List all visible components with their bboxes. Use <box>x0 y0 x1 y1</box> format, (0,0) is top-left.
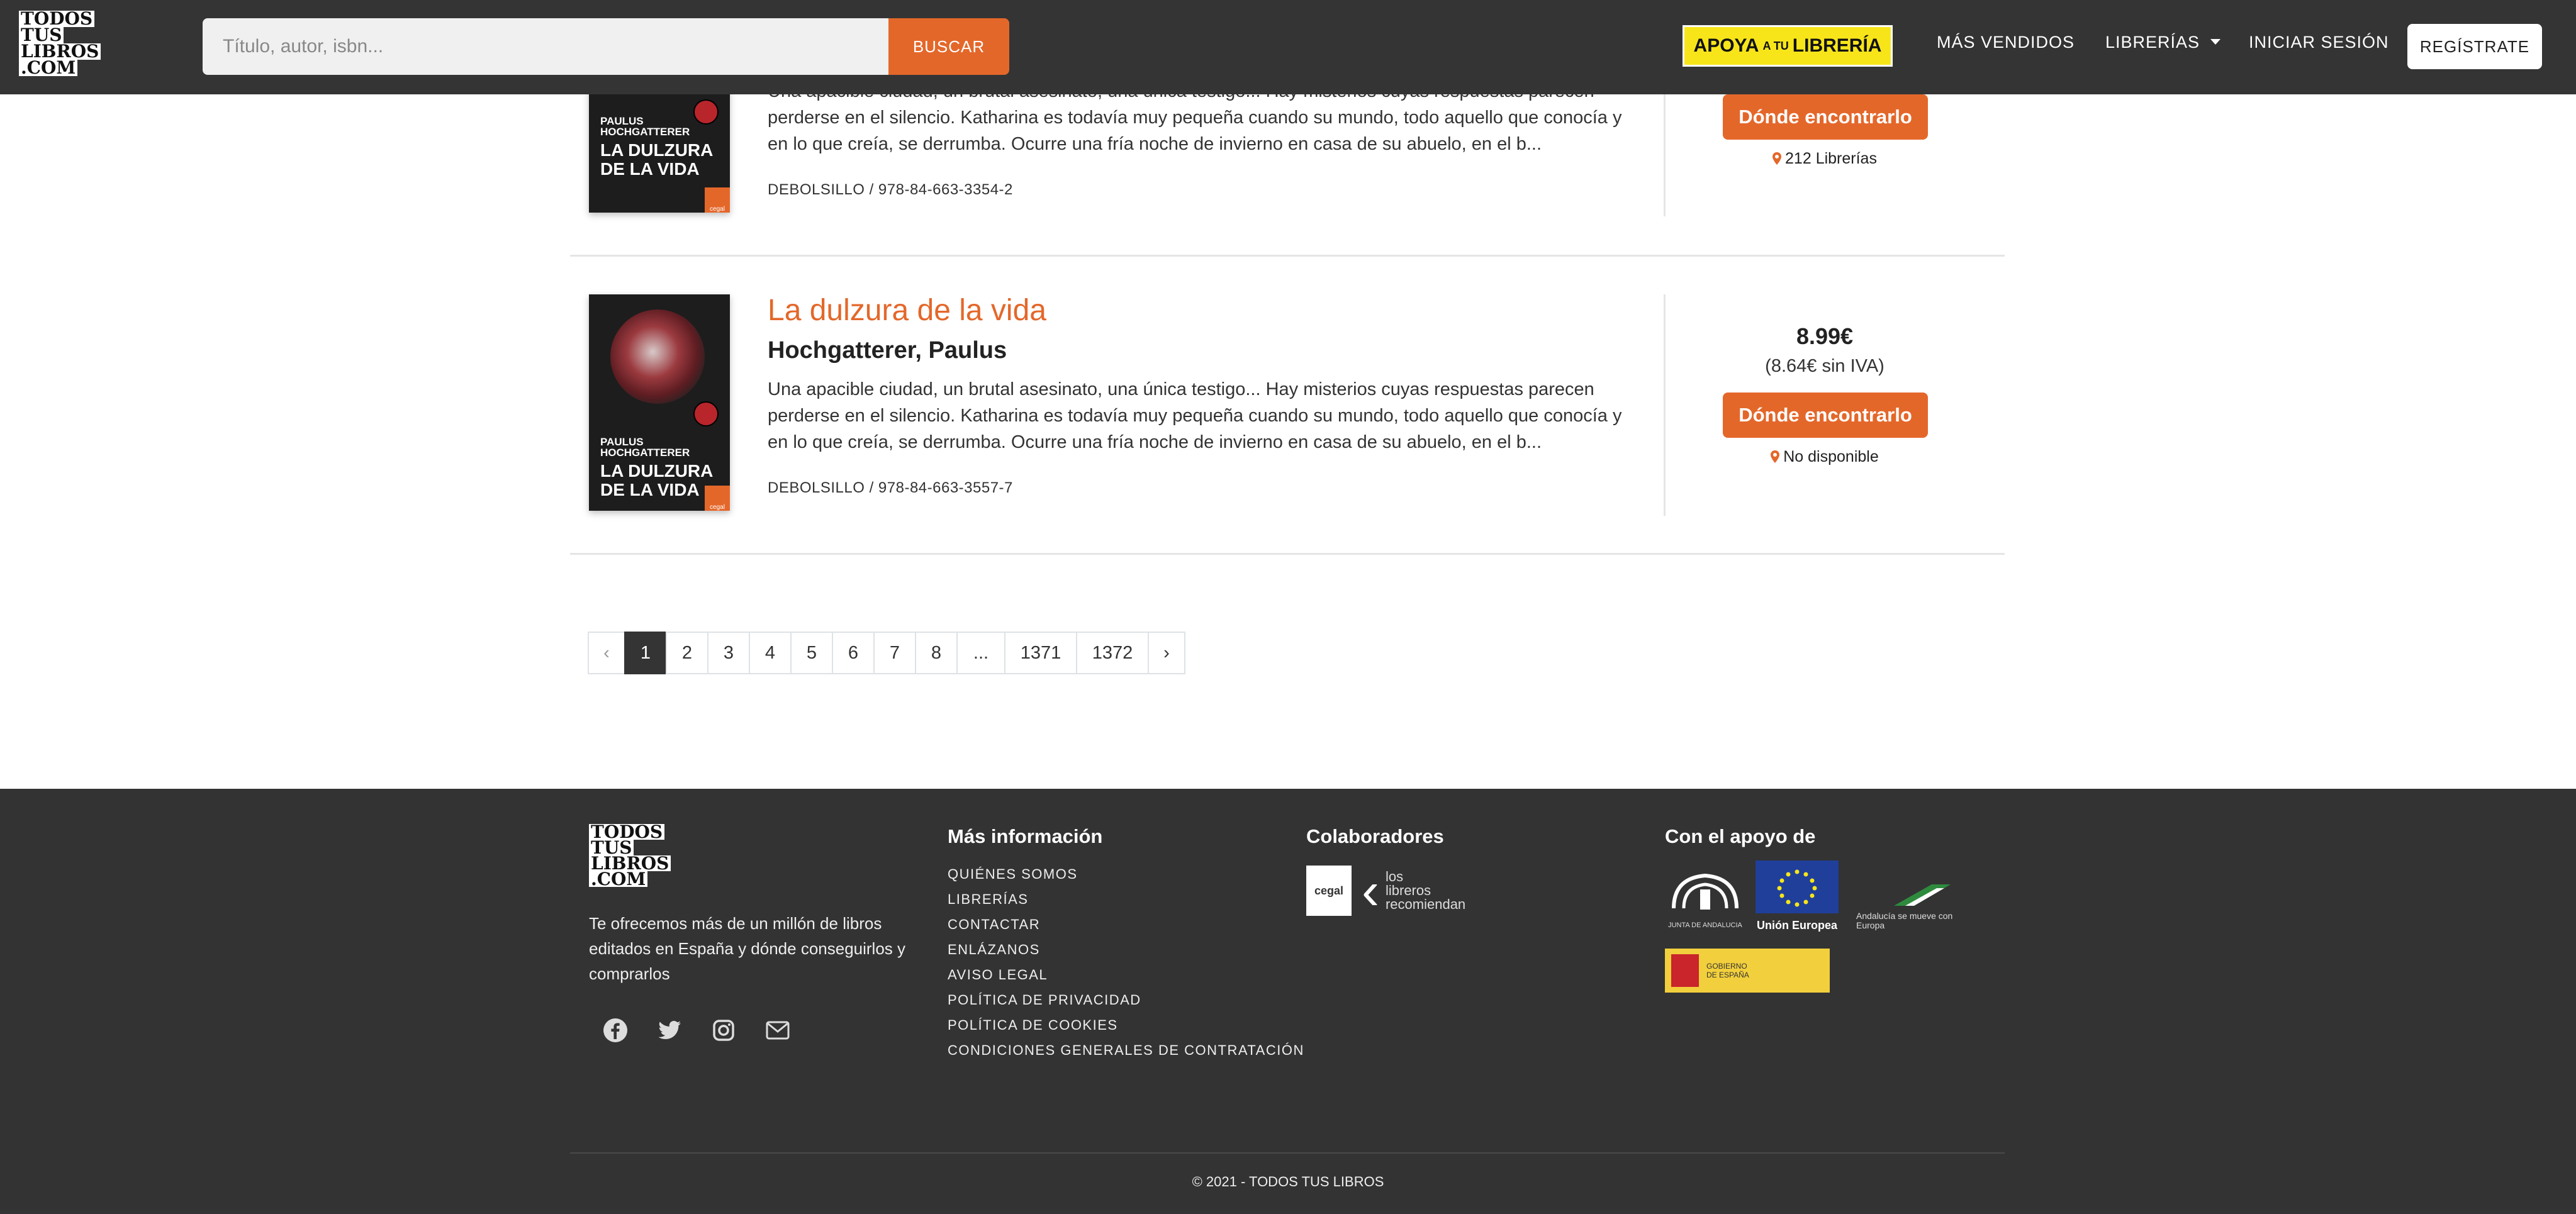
footer-link[interactable]: LIBRERÍAS <box>948 887 1304 912</box>
libreros-line: libreros <box>1385 883 1431 898</box>
footer-link[interactable]: POLÍTICA DE PRIVACIDAD <box>948 988 1304 1013</box>
pagination-page[interactable]: 6 <box>832 632 875 674</box>
donde-encontrarlo-button[interactable]: Dónde encontrarlo <box>1723 94 1928 140</box>
eu-flag-icon <box>1756 860 1839 913</box>
gobierno-label: GOBIERNO DE ESPAÑA <box>1706 962 1749 979</box>
column-divider <box>1664 294 1666 516</box>
pagination-page[interactable]: 7 <box>873 632 916 674</box>
libreros-line: los <box>1385 869 1404 884</box>
junta-emblem-icon <box>1672 873 1739 910</box>
footer-link[interactable]: ENLÁZANOS <box>948 937 1304 962</box>
availability-text: No disponible <box>1783 448 1879 465</box>
list-divider <box>570 553 2005 555</box>
pagination-page[interactable]: 1 <box>624 632 667 674</box>
footer-link[interactable]: QUIÉNES SOMOS <box>948 862 1304 887</box>
nav-librerias-label: LIBRERÍAS <box>2105 33 2200 52</box>
list-divider <box>570 255 2005 257</box>
footer-divider <box>570 1152 2005 1154</box>
book-price-without-iva: (8.64€ sin IVA) <box>1765 356 1884 376</box>
pagination-ellipsis: ... <box>956 632 1005 674</box>
footer-heading-colaboradores: Colaboradores <box>1306 825 1444 847</box>
pagination-page[interactable]: 1371 <box>1004 632 1077 674</box>
book-price: 8.99€ <box>1796 323 1854 349</box>
union-europea-logo: Unión Europea <box>1756 860 1839 940</box>
libreros-line: recomiendan <box>1385 896 1466 912</box>
footer-link[interactable]: CONDICIONES GENERALES DE CONTRATACIÓN <box>948 1038 1304 1063</box>
cover-title-text: LA DULZURA DE LA VIDA <box>600 140 713 179</box>
site-logo[interactable]: TODOS TUS LIBROS .COM <box>19 10 106 82</box>
junta-label: JUNTA DE ANDALUCIA <box>1668 922 1742 929</box>
search-input[interactable]: Título, autor, isbn... <box>203 18 888 75</box>
pagination-page[interactable]: 5 <box>790 632 833 674</box>
availability-info: 212 Librerías <box>1699 150 1951 168</box>
footer-links: QUIÉNES SOMOS LIBRERÍAS CONTACTAR ENLÁZA… <box>948 862 1304 1063</box>
pagination-page[interactable]: 2 <box>666 632 708 674</box>
envelope-icon[interactable] <box>764 1016 792 1044</box>
pagination-page[interactable]: 1372 <box>1076 632 1149 674</box>
twitter-icon[interactable] <box>656 1016 683 1044</box>
apoya-tu-libreria-banner[interactable]: APOYA A TU LIBRERÍA <box>1683 25 1893 67</box>
map-pin-icon <box>1772 152 1782 165</box>
andalucia-europa-logo: Andalucía se mueve con Europa <box>1856 881 1954 931</box>
junta-andalucia-logo: JUNTA DE ANDALUCIA <box>1665 864 1745 937</box>
caret-down-icon <box>2210 39 2220 45</box>
pagination-next[interactable]: › <box>1148 632 1185 674</box>
book-title-link[interactable]: La dulzura de la vida <box>768 293 1046 328</box>
pagination-page[interactable]: 8 <box>915 632 958 674</box>
donde-encontrarlo-button[interactable]: Dónde encontrarlo <box>1723 393 1928 438</box>
chevron-left-icon: ‹ <box>1362 861 1379 920</box>
instagram-icon[interactable] <box>710 1016 737 1044</box>
footer-description: Te ofrecemos más de un millón de libros … <box>589 914 906 983</box>
apoya-mid-text: A TU <box>1762 39 1789 52</box>
ue-label: Unión Europea <box>1756 919 1837 932</box>
cegal-corner-logo: cegal <box>705 486 730 511</box>
escudo-espana-icon <box>1671 954 1699 987</box>
nav-iniciar-sesion[interactable]: INICIAR SESIÓN <box>2249 33 2389 52</box>
andalucia-flag-icon <box>1894 884 1951 906</box>
availability-text: 212 Librerías <box>1785 150 1877 167</box>
map-pin-icon <box>1771 450 1780 463</box>
colaboradores-logos: cegal ‹ los libreros recomiendan <box>1306 861 1466 920</box>
footer-link[interactable]: CONTACTAR <box>948 912 1304 937</box>
apoya-text: APOYA <box>1693 35 1759 56</box>
footer-logo[interactable]: TODOS TUS LIBROS .COM <box>589 823 671 888</box>
cover-author-text: PAULUS HOCHGATTERER <box>600 436 690 459</box>
gobierno-espana-logo: GOBIERNO DE ESPAÑA <box>1665 949 1830 993</box>
pagination-page[interactable]: 4 <box>749 632 792 674</box>
cegal-corner-logo: cegal <box>705 187 730 213</box>
book-description: Una apacible ciudad, un brutal asesinato… <box>768 379 1622 452</box>
book-publisher-isbn: DEBOLSILLO / 978-84-663-3557-7 <box>768 479 1013 496</box>
footer-link[interactable]: POLÍTICA DE COOKIES <box>948 1013 1304 1038</box>
pagination: ‹ 1 2 3 4 5 6 7 8 ... 1371 1372 › <box>588 632 1185 674</box>
footer-link[interactable]: AVISO LEGAL <box>948 962 1304 988</box>
availability-info: No disponible <box>1699 448 1951 466</box>
copyright-text: © 2021 - TODOS TUS LIBROS <box>1192 1174 1384 1189</box>
cover-flower-art <box>610 309 705 404</box>
logo-line: .COM <box>589 871 648 888</box>
libreros-recomiendan-logo[interactable]: ‹ los libreros recomiendan <box>1362 861 1466 920</box>
top-navbar: TODOS TUS LIBROS .COM Título, autor, isb… <box>0 0 2576 94</box>
footer-heading-mas-informacion: Más información <box>948 825 1103 847</box>
footer-heading-con-el-apoyo: Con el apoyo de <box>1665 825 1816 847</box>
site-footer: TODOS TUS LIBROS .COM Te ofrecemos más d… <box>0 789 2576 1214</box>
cover-badge <box>693 401 719 426</box>
cover-author-text: PAULUS HOCHGATTERER <box>600 115 690 138</box>
andalucia-label: Andalucía se mueve con Europa <box>1856 911 1953 930</box>
pagination-prev[interactable]: ‹ <box>588 632 625 674</box>
logo-line: .COM <box>19 59 78 77</box>
book-publisher-isbn: DEBOLSILLO / 978-84-663-3354-2 <box>768 181 1013 198</box>
facebook-icon[interactable] <box>602 1016 629 1044</box>
nav-librerias-dropdown[interactable]: LIBRERÍAS <box>2105 33 2220 52</box>
search-button[interactable]: BUSCAR <box>888 18 1009 75</box>
apoya-libreria-text: LIBRERÍA <box>1792 35 1882 56</box>
column-divider <box>1664 94 1666 216</box>
book-author-link[interactable]: Hochgatterer, Paulus <box>768 337 1007 364</box>
book-cover[interactable]: PAULUS HOCHGATTERER LA DULZURA DE LA VID… <box>589 294 730 511</box>
pagination-page[interactable]: 3 <box>707 632 750 674</box>
cegal-logo[interactable]: cegal <box>1306 866 1352 916</box>
nav-mas-vendidos[interactable]: MÁS VENDIDOS <box>1937 33 2075 52</box>
register-button[interactable]: REGÍSTRATE <box>2407 24 2542 69</box>
